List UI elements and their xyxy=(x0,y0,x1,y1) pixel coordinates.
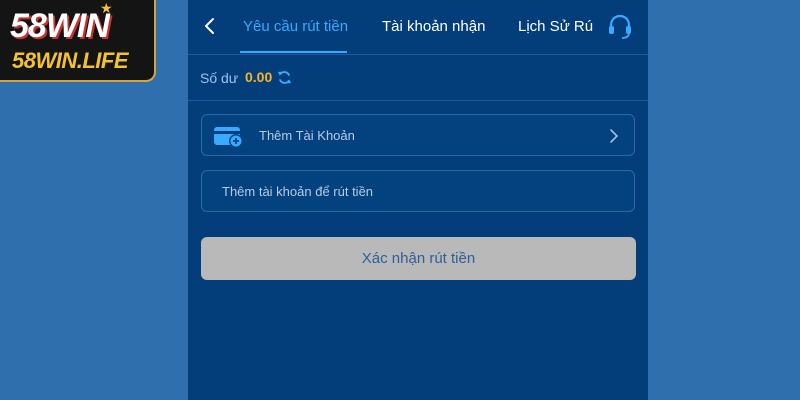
tab-receiving-account[interactable]: Tài khoản nhận xyxy=(382,18,485,35)
wallet-add-icon xyxy=(214,127,243,148)
chevron-right-icon xyxy=(610,129,619,143)
balance-row: Số dư 0.00 xyxy=(188,56,648,101)
logo-text: 58WIN xyxy=(10,7,110,45)
balance-value: 0.00 xyxy=(245,69,273,85)
active-tab-indicator xyxy=(240,51,347,53)
withdraw-panel: Yêu cầu rút tiền Tài khoản nhận Lịch Sử … xyxy=(188,0,648,400)
tab-withdraw-request[interactable]: Yêu cầu rút tiền xyxy=(243,18,348,35)
brand-logo: ★ 58WIN 58WIN.LIFE xyxy=(0,0,156,82)
withdraw-account-placeholder: Thêm tài khoản để rút tiền xyxy=(222,184,374,199)
back-arrow-icon[interactable] xyxy=(200,16,220,36)
tab-history[interactable]: Lịch Sử Rú xyxy=(518,18,593,35)
headset-icon[interactable] xyxy=(606,14,634,40)
balance-label: Số dư xyxy=(200,70,239,86)
top-nav: Yêu cầu rút tiền Tài khoản nhận Lịch Sử … xyxy=(188,0,648,55)
add-account-label: Thêm Tài Khoản xyxy=(259,128,355,143)
withdraw-account-field[interactable]: Thêm tài khoản để rút tiền xyxy=(201,170,635,212)
confirm-withdraw-button[interactable]: Xác nhận rút tiền xyxy=(201,237,636,280)
logo-domain: 58WIN.LIFE xyxy=(12,48,129,73)
add-account-row[interactable]: Thêm Tài Khoản xyxy=(201,114,635,156)
refresh-icon[interactable] xyxy=(277,70,292,85)
